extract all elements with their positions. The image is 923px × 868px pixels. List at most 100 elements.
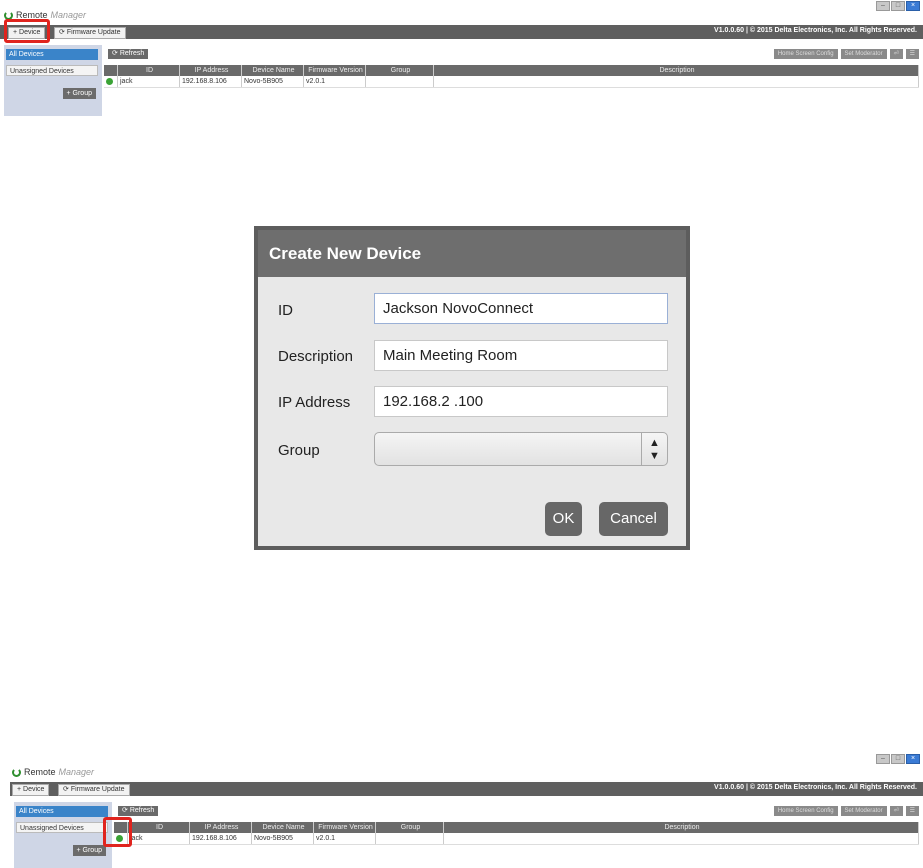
column-header-firmware[interactable]: Firmware Version	[304, 65, 366, 76]
description-field[interactable]: Main Meeting Room	[374, 340, 668, 371]
sidebar: All Devices Unassigned Devices + Group	[14, 802, 112, 868]
column-header-group[interactable]: Group	[376, 822, 444, 833]
minimize-button[interactable]: –	[876, 1, 890, 11]
refresh-icon: ⟳	[122, 807, 130, 814]
device-table: ID IP Address Device Name Firmware Versi…	[104, 65, 919, 88]
highlight-box	[103, 817, 132, 847]
menu-icon[interactable]: ☰	[905, 806, 919, 816]
sidebar: All Devices Unassigned Devices + Group	[4, 45, 102, 116]
close-button[interactable]: ×	[906, 754, 920, 764]
refresh-icon: ⟳	[112, 50, 120, 57]
column-header-status[interactable]	[104, 65, 118, 76]
ip-address-label: IP Address	[278, 394, 351, 411]
app-title-part1: Remote	[24, 767, 56, 777]
firmware-update-label: Firmware Update	[70, 786, 125, 793]
maximize-button[interactable]: □	[891, 754, 905, 764]
refresh-button[interactable]: ⟳ Refresh	[118, 806, 159, 816]
group-label: Group	[278, 442, 320, 459]
menu-icon[interactable]: ☰	[905, 49, 919, 59]
close-button[interactable]: ×	[906, 1, 920, 11]
home-screen-config-button[interactable]: Home Screen Config	[773, 806, 838, 816]
set-moderator-button[interactable]: Set Moderator	[840, 49, 887, 59]
device-table: ID IP Address Device Name Firmware Versi…	[114, 822, 919, 845]
maximize-button[interactable]: □	[891, 1, 905, 11]
firmware-update-button[interactable]: ⟳ Firmware Update	[54, 27, 126, 39]
main-area: ⟳ Refresh Home Screen Config Set Moderat…	[104, 45, 923, 116]
column-header-group[interactable]: Group	[366, 65, 434, 76]
group-cell	[376, 833, 444, 844]
column-header-id[interactable]: ID	[128, 822, 190, 833]
ip-cell: 192.168.8.106	[190, 833, 252, 844]
column-header-id[interactable]: ID	[118, 65, 180, 76]
column-header-description[interactable]: Description	[434, 65, 919, 76]
dialog-title: Create New Device	[258, 230, 686, 277]
column-header-description[interactable]: Description	[444, 822, 919, 833]
firmware-cell: v2.0.1	[304, 76, 366, 87]
set-moderator-button[interactable]: Set Moderator	[840, 806, 887, 816]
id-cell: jack	[118, 76, 180, 87]
device-name-cell: Novo-5B905	[242, 76, 304, 87]
description-cell	[444, 833, 919, 844]
main-area: ⟳ Refresh Home Screen Config Set Moderat…	[114, 802, 923, 868]
window-controls: – □ ×	[876, 1, 920, 11]
firmware-update-button[interactable]: ⟳ Firmware Update	[58, 784, 130, 796]
refresh-label: Refresh	[129, 807, 155, 814]
table-header: ID IP Address Device Name Firmware Versi…	[104, 65, 919, 76]
device-name-cell: Novo-5B905	[252, 833, 314, 844]
app-title-part2: Manager	[58, 767, 95, 777]
app-title-part2: Manager	[50, 10, 87, 20]
description-label: Description	[278, 348, 354, 365]
table-header: ID IP Address Device Name Firmware Versi…	[114, 822, 919, 833]
device-actions: Home Screen Config Set Moderator ⏎ ☰	[773, 806, 919, 816]
column-header-device-name[interactable]: Device Name	[252, 822, 314, 833]
add-group-button[interactable]: + Group	[62, 88, 96, 99]
online-status-icon	[106, 78, 113, 85]
column-header-ip[interactable]: IP Address	[180, 65, 242, 76]
app-screenshot-after: – □ × Remote Manager + Device ⟳ Firmware …	[0, 752, 923, 868]
description-cell	[434, 76, 919, 87]
sidebar-item-unassigned-devices[interactable]: Unassigned Devices	[16, 822, 108, 833]
sidebar-item-all-devices[interactable]: All Devices	[6, 49, 98, 60]
ip-address-field[interactable]: 192.168.2 .100	[374, 386, 668, 417]
app-logo-icon	[12, 767, 21, 777]
highlight-box	[4, 19, 50, 43]
refresh-icon: ⟳	[59, 29, 67, 36]
id-label: ID	[278, 302, 293, 319]
app-screenshot-before: – □ × Remote Manager + Device ⟳ Firmware …	[0, 0, 923, 116]
column-header-ip[interactable]: IP Address	[190, 822, 252, 833]
group-select[interactable]: ▲ ▼	[374, 432, 668, 466]
version-text: V1.0.0.60 | © 2015 Delta Electronics, In…	[714, 27, 917, 34]
device-actions: Home Screen Config Set Moderator ⏎ ☰	[773, 49, 919, 59]
group-cell	[366, 76, 434, 87]
main-toolbar: + Device ⟳ Firmware Update V1.0.0.60 | ©…	[10, 782, 923, 796]
id-field[interactable]: Jackson NovoConnect	[374, 293, 668, 324]
home-screen-config-button[interactable]: Home Screen Config	[773, 49, 838, 59]
select-arrows-icon: ▲ ▼	[641, 433, 667, 465]
window-controls: – □ ×	[876, 754, 920, 764]
minimize-button[interactable]: –	[876, 754, 890, 764]
id-cell: jack	[128, 833, 190, 844]
sidebar-item-unassigned-devices[interactable]: Unassigned Devices	[6, 65, 98, 76]
status-cell	[104, 76, 118, 87]
ok-button[interactable]: OK	[545, 502, 582, 536]
sidebar-item-all-devices[interactable]: All Devices	[16, 806, 108, 817]
ip-cell: 192.168.8.106	[180, 76, 242, 87]
version-text: V1.0.0.60 | © 2015 Delta Electronics, In…	[714, 784, 917, 791]
firmware-update-label: Firmware Update	[66, 29, 121, 36]
add-device-button[interactable]: + Device	[12, 784, 50, 796]
firmware-cell: v2.0.1	[314, 833, 376, 844]
table-row[interactable]: jack 192.168.8.106 Novo-5B905 v2.0.1	[104, 76, 919, 88]
column-header-firmware[interactable]: Firmware Version	[314, 822, 376, 833]
refresh-label: Refresh	[119, 50, 145, 57]
refresh-button[interactable]: ⟳ Refresh	[108, 49, 149, 59]
create-device-dialog: Create New Device ID Jackson NovoConnect…	[254, 226, 690, 550]
refresh-icon: ⟳	[63, 786, 71, 793]
cancel-button[interactable]: Cancel	[599, 502, 668, 536]
add-group-button[interactable]: + Group	[72, 845, 106, 856]
enter-icon[interactable]: ⏎	[889, 806, 903, 816]
app-title: Remote Manager	[12, 767, 94, 777]
main-toolbar: + Device ⟳ Firmware Update V1.0.0.60 | ©…	[0, 25, 923, 39]
column-header-device-name[interactable]: Device Name	[242, 65, 304, 76]
enter-icon[interactable]: ⏎	[889, 49, 903, 59]
table-row[interactable]: jack 192.168.8.106 Novo-5B905 v2.0.1	[114, 833, 919, 845]
